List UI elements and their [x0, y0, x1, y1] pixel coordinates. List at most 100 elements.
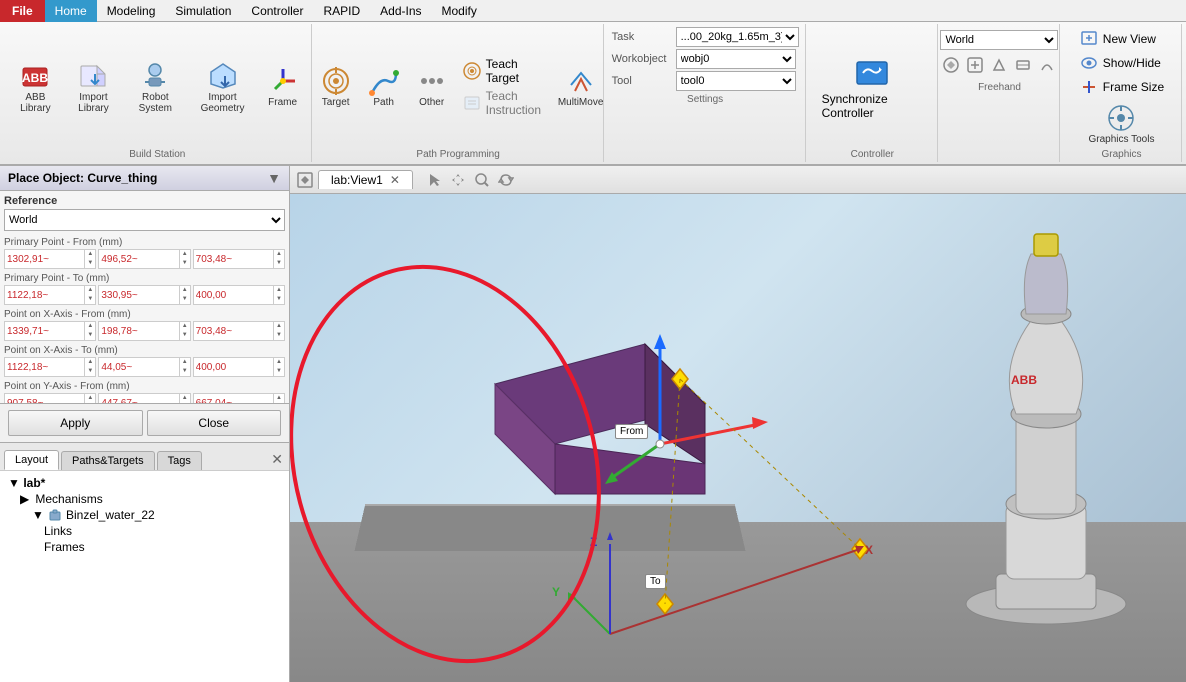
xaxis-to-z-spinner[interactable]: ▲▼: [273, 358, 284, 376]
yaxis-from-x[interactable]: ▲▼: [4, 393, 96, 403]
tree-item-frames[interactable]: Frames: [4, 539, 285, 555]
primary-from-z-spinner[interactable]: ▲▼: [273, 250, 284, 268]
freehand-icon-1[interactable]: [940, 54, 962, 76]
viewport-tab-close[interactable]: ✕: [390, 173, 400, 187]
primary-from-x-spinner[interactable]: ▲▼: [84, 250, 95, 268]
freehand-icon-2[interactable]: [964, 54, 986, 76]
task-select[interactable]: ...00_20kg_1.65m_3): [676, 27, 799, 47]
menu-modeling[interactable]: Modeling: [97, 0, 166, 22]
close-button[interactable]: Close: [147, 410, 282, 436]
freehand-icon-3[interactable]: [988, 54, 1010, 76]
yaxis-from-y[interactable]: ▲▼: [98, 393, 190, 403]
primary-from-x-input[interactable]: [5, 254, 84, 265]
synchronize-button[interactable]: Synchronize Controller: [814, 52, 931, 122]
xaxis-from-y-spinner[interactable]: ▲▼: [179, 322, 190, 340]
xaxis-to-y[interactable]: ▲▼: [98, 357, 190, 377]
tree-item-binzel[interactable]: ▼ Binzel_water_22: [4, 507, 285, 523]
freehand-icon-4[interactable]: [1012, 54, 1034, 76]
tree-item-links[interactable]: Links: [4, 523, 285, 539]
other-button[interactable]: Other: [410, 63, 454, 110]
tab-paths-targets[interactable]: Paths&Targets: [61, 451, 155, 470]
world-select[interactable]: World: [940, 30, 1058, 50]
freehand-icon-5[interactable]: [1036, 54, 1058, 76]
viewport-tab-lab-view1[interactable]: lab:View1 ✕: [318, 170, 413, 189]
xaxis-from-z-spinner[interactable]: ▲▼: [273, 322, 284, 340]
primary-from-y[interactable]: ▲▼: [98, 249, 190, 269]
menu-controller[interactable]: Controller: [241, 0, 313, 22]
yaxis-from-z[interactable]: ▲▼: [193, 393, 285, 403]
frame-button[interactable]: Frame: [261, 63, 305, 110]
tree-expand-mechanisms[interactable]: ▶: [20, 492, 32, 506]
xaxis-to-x[interactable]: ▲▼: [4, 357, 96, 377]
tab-layout[interactable]: Layout: [4, 450, 59, 470]
viewport: lab:View1 ✕: [290, 166, 1186, 682]
primary-to-y[interactable]: ▲▼: [98, 285, 190, 305]
target-button[interactable]: Target: [314, 63, 358, 110]
menu-rapid[interactable]: RAPID: [313, 0, 370, 22]
primary-to-z[interactable]: ▲▼: [193, 285, 285, 305]
xaxis-to-z-input[interactable]: [194, 362, 273, 373]
menu-modify[interactable]: Modify: [432, 0, 487, 22]
frame-size-button[interactable]: Frame Size: [1075, 76, 1168, 98]
xaxis-to-x-input[interactable]: [5, 362, 84, 373]
xaxis-from-z[interactable]: ▲▼: [193, 321, 285, 341]
primary-from-z[interactable]: ▲▼: [193, 249, 285, 269]
tree-expand-lab[interactable]: ▼: [8, 476, 20, 490]
panel-close-button[interactable]: ▼: [267, 170, 281, 186]
xaxis-from-y-input[interactable]: [99, 326, 178, 337]
multimove-button[interactable]: MultiMove: [559, 63, 603, 110]
show-hide-label: Show/Hide: [1103, 56, 1161, 70]
tool-select[interactable]: tool0: [676, 71, 796, 91]
primary-from-x[interactable]: ▲▼: [4, 249, 96, 269]
path-button[interactable]: Path: [362, 63, 406, 110]
xaxis-from-z-input[interactable]: [194, 326, 273, 337]
xaxis-from-x[interactable]: ▲▼: [4, 321, 96, 341]
show-hide-button[interactable]: Show/Hide: [1075, 52, 1168, 74]
xaxis-from-x-input[interactable]: [5, 326, 84, 337]
yaxis-from-y-spinner[interactable]: ▲▼: [179, 394, 190, 403]
yaxis-from-x-spinner[interactable]: ▲▼: [84, 394, 95, 403]
yaxis-from-z-spinner[interactable]: ▲▼: [273, 394, 284, 403]
xaxis-from-y[interactable]: ▲▼: [98, 321, 190, 341]
import-geometry-button[interactable]: Import Geometry: [189, 58, 257, 116]
teach-instruction-button[interactable]: Teach Instruction: [458, 88, 555, 118]
primary-from-y-spinner[interactable]: ▲▼: [179, 250, 190, 268]
teach-target-button[interactable]: Teach Target: [458, 56, 555, 86]
menu-addins[interactable]: Add-Ins: [370, 0, 431, 22]
import-library-button[interactable]: Import Library: [65, 58, 122, 116]
new-view-button[interactable]: New View: [1075, 28, 1168, 50]
vp-icon-pan[interactable]: [447, 169, 469, 191]
primary-to-x-input[interactable]: [5, 290, 84, 301]
vp-icon-select[interactable]: [423, 169, 445, 191]
robot-system-button[interactable]: Robot System: [126, 58, 184, 116]
vp-icon-rotate[interactable]: [495, 169, 517, 191]
primary-to-y-input[interactable]: [99, 290, 178, 301]
abb-library-button[interactable]: ABB ABB Library: [10, 58, 61, 116]
primary-from-z-input[interactable]: [194, 254, 273, 265]
menu-home[interactable]: Home: [45, 0, 97, 22]
primary-to-y-spinner[interactable]: ▲▼: [179, 286, 190, 304]
graphics-tools-button[interactable]: Graphics Tools: [1085, 100, 1159, 147]
bottom-panel-close[interactable]: ✕: [269, 449, 285, 470]
vp-toolbar-icon-1[interactable]: [294, 169, 316, 191]
apply-button[interactable]: Apply: [8, 410, 143, 436]
xaxis-to-y-input[interactable]: [99, 362, 178, 373]
tab-tags[interactable]: Tags: [157, 451, 202, 470]
xaxis-from-x-spinner[interactable]: ▲▼: [84, 322, 95, 340]
workobject-select[interactable]: wobj0: [676, 49, 796, 69]
file-menu[interactable]: File: [0, 0, 45, 22]
primary-to-x[interactable]: ▲▼: [4, 285, 96, 305]
xaxis-to-z[interactable]: ▲▼: [193, 357, 285, 377]
xaxis-to-x-spinner[interactable]: ▲▼: [84, 358, 95, 376]
primary-to-z-spinner[interactable]: ▲▼: [273, 286, 284, 304]
tree-item-lab[interactable]: ▼ lab*: [4, 475, 285, 491]
primary-from-y-input[interactable]: [99, 254, 178, 265]
vp-icon-zoom[interactable]: [471, 169, 493, 191]
tree-item-mechanisms[interactable]: ▶ Mechanisms: [4, 491, 285, 507]
xaxis-to-y-spinner[interactable]: ▲▼: [179, 358, 190, 376]
menu-simulation[interactable]: Simulation: [165, 0, 241, 22]
tree-expand-binzel[interactable]: ▼: [32, 508, 44, 522]
primary-to-z-input[interactable]: [194, 290, 273, 301]
reference-select[interactable]: World: [4, 209, 285, 231]
primary-to-x-spinner[interactable]: ▲▼: [84, 286, 95, 304]
